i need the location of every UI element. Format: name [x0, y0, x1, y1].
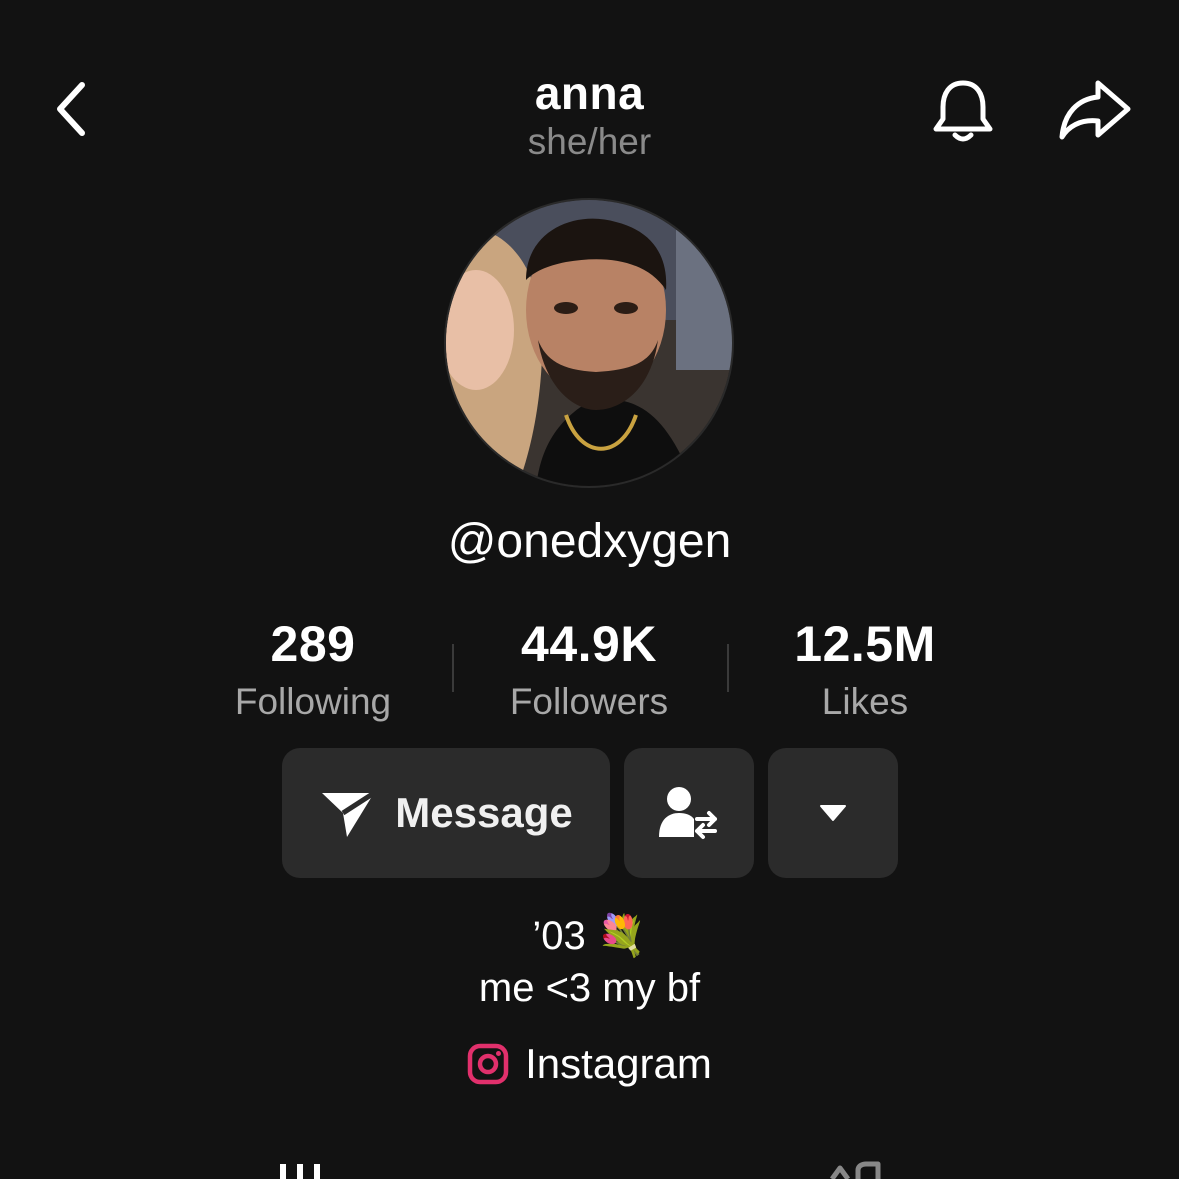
pronouns: she/her — [527, 121, 652, 162]
username-handle: @onedxygen — [447, 515, 732, 568]
stat-following[interactable]: 289 Following — [168, 615, 458, 723]
stat-value: 289 — [270, 616, 356, 672]
tab-reposts[interactable] — [822, 1160, 892, 1179]
stat-followers[interactable]: 44.9K Followers — [444, 615, 734, 723]
repost-icon — [829, 1161, 881, 1179]
grid-icon — [280, 1164, 320, 1179]
user-swap-icon — [659, 787, 717, 839]
tab-videos[interactable] — [270, 1160, 330, 1179]
notifications-button[interactable] — [925, 72, 1001, 148]
message-button[interactable]: Message — [282, 748, 610, 878]
share-button[interactable] — [1054, 70, 1136, 150]
friends-button[interactable] — [624, 748, 754, 878]
avatar-photo — [446, 200, 732, 486]
send-icon — [322, 790, 376, 837]
bio-line-2: me <3 my bf — [478, 966, 701, 1010]
profile-name: anna — [534, 67, 645, 119]
caret-down-icon — [820, 805, 846, 821]
bio-line-1: ’03 💐 — [532, 914, 647, 958]
instagram-icon — [467, 1043, 509, 1085]
stat-value: 12.5M — [794, 616, 936, 672]
stat-label: Following — [234, 681, 392, 722]
instagram-link[interactable]: Instagram — [0, 1040, 1179, 1088]
stat-likes[interactable]: 12.5M Likes — [720, 615, 1010, 723]
more-dropdown-button[interactable] — [768, 748, 898, 878]
stat-label: Followers — [509, 681, 669, 722]
stat-value: 44.9K — [521, 616, 657, 672]
avatar[interactable] — [444, 198, 734, 488]
stat-label: Likes — [821, 681, 909, 722]
bell-icon — [933, 80, 993, 142]
message-button-label: Message — [395, 789, 573, 836]
share-arrow-icon — [1059, 80, 1131, 140]
instagram-link-label: Instagram — [525, 1040, 712, 1087]
